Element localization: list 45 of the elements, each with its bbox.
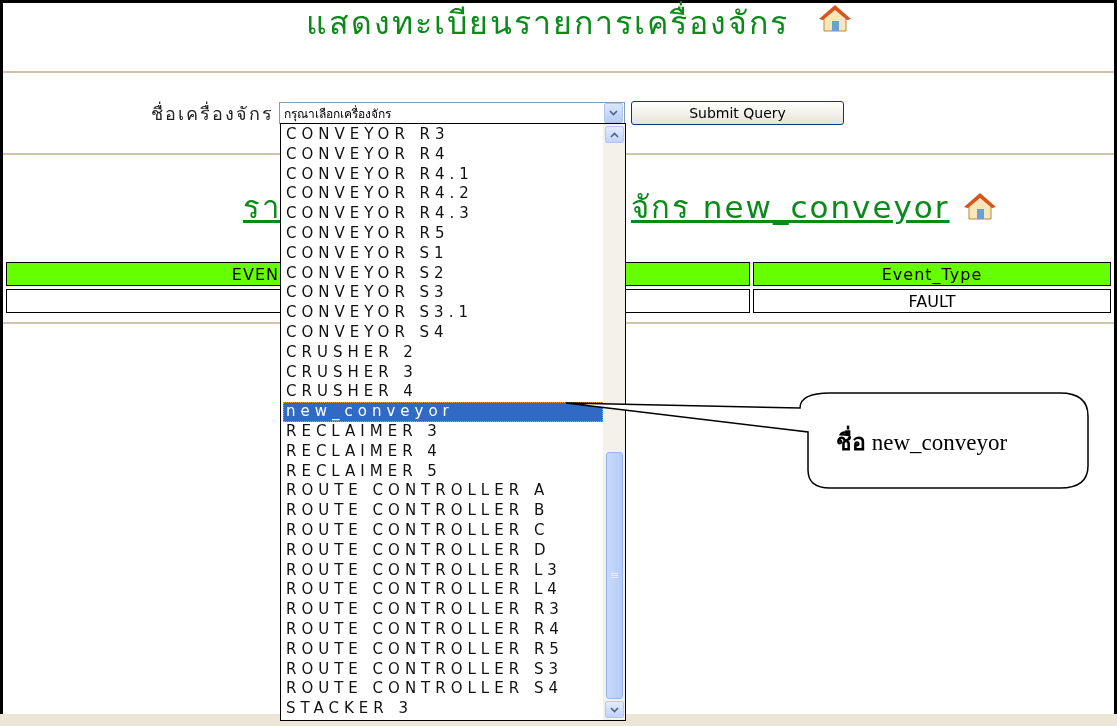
dropdown-option[interactable]: CRUSHER 2 (283, 342, 603, 363)
house-icon[interactable] (819, 3, 851, 33)
dropdown-option[interactable]: CONVEYOR R4.1 (283, 164, 603, 185)
dropdown-option[interactable]: ROUTE CONTROLLER B (283, 501, 603, 521)
dropdown-option[interactable]: CONVEYOR R4 (283, 144, 603, 165)
dropdown-option[interactable]: new_conveyor (283, 402, 603, 422)
dropdown-option[interactable]: CONVEYOR S3 (283, 283, 603, 304)
dropdown-option[interactable]: ROUTE CONTROLLER D (283, 540, 603, 561)
dropdown-option[interactable]: ROUTE CONTROLLER C (283, 520, 603, 541)
scroll-thumb[interactable] (605, 452, 623, 699)
house-icon[interactable] (963, 193, 996, 221)
machine-name-label: ชื่อเครื่องจักร (150, 100, 275, 126)
dropdown-option[interactable]: CONVEYOR R4.3 (283, 204, 603, 224)
dropdown-option[interactable]: CRUSHER 3 (283, 362, 603, 383)
dropdown-option[interactable]: CONVEYOR R4.2 (283, 184, 603, 205)
dropdown-option[interactable]: STACKER 3 (283, 699, 603, 719)
table-cell: FAULT (753, 289, 1111, 313)
column-header: Event_Type (753, 262, 1111, 286)
dropdown-option[interactable]: ROUTE CONTROLLER L4 (283, 580, 603, 601)
dropdown-option[interactable]: ROUTE CONTROLLER R4 (283, 619, 603, 640)
machine-select[interactable]: กรุณาเลือกเครื่องจักร (279, 102, 625, 124)
result-heading-link[interactable]: จักร new_conveyor (631, 182, 950, 232)
page-title: แสดงทะเบียนรายการเครื่องจักร (306, 3, 789, 43)
dropdown-option[interactable]: CONVEYOR S1 (283, 243, 603, 264)
dropdown-option[interactable]: CRUSHER 4 (283, 382, 603, 403)
scroll-down-icon[interactable] (604, 701, 624, 718)
dropdown-option[interactable]: CONVEYOR S2 (283, 263, 603, 284)
dropdown-option[interactable]: CONVEYOR R5 (283, 224, 603, 244)
dropdown-option[interactable]: ROUTE CONTROLLER S3 (283, 659, 603, 680)
dropdown-option[interactable]: ROUTE CONTROLLER R5 (283, 639, 603, 660)
dropdown-option[interactable]: ROUTE CONTROLLER L3 (283, 560, 603, 581)
dropdown-option[interactable]: RECLAIMER 5 (283, 461, 603, 482)
dropdown-option[interactable]: CONVEYOR S3.1 (283, 303, 603, 323)
dropdown-option[interactable]: CONVEYOR R3 (283, 125, 603, 145)
dropdown-option[interactable]: ROUTE CONTROLLER R3 (283, 600, 603, 620)
dropdown-option[interactable]: ROUTE CONTROLLER S4 (283, 679, 603, 700)
dropdown-option[interactable]: RECLAIMER 4 (283, 441, 603, 462)
scroll-up-icon[interactable] (604, 126, 624, 143)
dropdown-option[interactable]: RECLAIMER 3 (283, 421, 603, 442)
dropdown-option[interactable]: CONVEYOR S4 (283, 322, 603, 343)
dropdown-option[interactable]: ROUTE CONTROLLER A (283, 481, 603, 502)
callout-text: ชื่อ new_conveyor (836, 424, 1008, 460)
submit-query-button[interactable]: Submit Query (631, 101, 844, 125)
result-heading-link[interactable]: รา (243, 182, 281, 232)
scrollbar[interactable] (603, 124, 625, 720)
